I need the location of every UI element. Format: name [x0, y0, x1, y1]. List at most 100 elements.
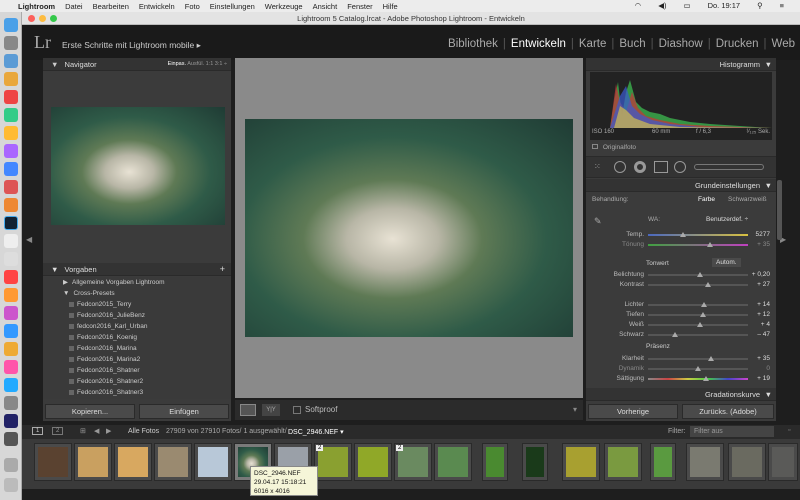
menu-fenster[interactable]: Fenster	[347, 2, 372, 11]
white-balance-picker-icon[interactable]: ✎	[594, 216, 602, 227]
slider-knob[interactable]	[703, 376, 709, 381]
preset-group-general[interactable]: ▶ Allgemeine Vorgaben Lightroom	[43, 277, 231, 288]
app-icon[interactable]	[4, 144, 18, 158]
search-icon[interactable]: ⚲	[757, 1, 763, 10]
slider-sättigung[interactable]: Sättigung + 19	[586, 374, 776, 384]
slider-track[interactable]	[648, 312, 748, 317]
menu-foto[interactable]: Foto	[185, 2, 200, 11]
slider-track[interactable]	[648, 332, 748, 337]
tone-curve-header[interactable]: Gradationskurve ▼	[586, 388, 776, 401]
filter-toggle-icon[interactable]: ▫	[788, 427, 790, 434]
slider-value[interactable]: + 0,20	[752, 271, 770, 278]
slider-track[interactable]	[648, 232, 748, 237]
menu-hilfe[interactable]: Hilfe	[383, 2, 398, 11]
document-icon[interactable]	[4, 234, 18, 248]
zoom-fit[interactable]: Einpas.	[168, 61, 186, 67]
collapse-icon[interactable]: ▼	[765, 388, 772, 401]
slider-value[interactable]: 5277	[756, 231, 770, 238]
back-arrow-icon[interactable]: ◀	[94, 427, 99, 435]
filmstrip-thumb[interactable]: 2	[314, 443, 352, 481]
auto-tone-button[interactable]: Autom.	[712, 258, 741, 267]
adjustment-brush-icon[interactable]	[694, 164, 764, 170]
menu-lightroom[interactable]: Lightroom	[18, 2, 55, 11]
app-icon[interactable]	[4, 324, 18, 338]
app-icon[interactable]	[4, 288, 18, 302]
grid-view-icon[interactable]: ⊞	[80, 427, 86, 435]
trash-icon[interactable]	[4, 478, 18, 492]
slider-value[interactable]: + 35	[757, 355, 770, 362]
wifi-icon[interactable]: ◠	[635, 1, 642, 10]
preset-item[interactable]: Fedcon2016_JulieBenz	[43, 310, 231, 321]
mail-icon[interactable]	[4, 72, 18, 86]
slider-knob[interactable]	[701, 302, 707, 307]
loupe-view-icon[interactable]	[240, 404, 256, 416]
identity-plate[interactable]: Erste Schritte mit Lightroom mobile ▸	[62, 40, 201, 51]
filmstrip-thumb[interactable]	[562, 443, 600, 481]
reset-button[interactable]: Zurücks. (Adobe)	[682, 404, 774, 419]
filmstrip-thumb[interactable]	[522, 443, 548, 481]
graduated-filter-icon[interactable]	[654, 161, 668, 173]
softproof-checkbox[interactable]	[293, 406, 301, 414]
slider-knob[interactable]	[680, 232, 686, 237]
close-window-icon[interactable]	[28, 15, 35, 22]
slider-track[interactable]	[648, 322, 748, 327]
downloads-icon[interactable]	[4, 458, 18, 472]
red-eye-icon[interactable]	[634, 161, 646, 173]
slider-track[interactable]	[648, 302, 748, 307]
module-web[interactable]: Web	[767, 38, 800, 50]
slider-knob[interactable]	[705, 282, 711, 287]
filmstrip-thumb[interactable]	[482, 443, 508, 481]
slider-klarheit[interactable]: Klarheit + 35	[586, 354, 776, 364]
slider-knob[interactable]	[697, 322, 703, 327]
menu-bearbeiten[interactable]: Bearbeiten	[93, 2, 129, 11]
app-icon[interactable]	[4, 198, 18, 212]
menu-ansicht[interactable]: Ansicht	[313, 2, 338, 11]
filter-select[interactable]: Filter aus	[690, 426, 774, 437]
system-preferences-icon[interactable]	[4, 396, 18, 410]
menu-werkzeuge[interactable]: Werkzeuge	[265, 2, 303, 11]
right-panel-scrollbar[interactable]	[777, 180, 782, 240]
module-diashow[interactable]: Diashow	[654, 38, 708, 50]
module-drucken[interactable]: Drucken	[711, 38, 764, 50]
filmstrip-thumb[interactable]	[194, 443, 232, 481]
zoom-3-1[interactable]: 3:1 ÷	[215, 61, 227, 67]
screen-1-button[interactable]: 1	[32, 427, 44, 435]
navigator-header[interactable]: ▼ Navigator Einpas. Ausfül. 1:1 3:1 ÷	[43, 58, 231, 71]
itunes-icon[interactable]	[4, 360, 18, 374]
crop-tool-icon[interactable]: ⁙	[594, 162, 601, 171]
collapse-icon[interactable]: ▼	[765, 179, 772, 192]
slider-knob[interactable]	[708, 356, 714, 361]
app-icon[interactable]	[4, 378, 18, 392]
collapse-icon[interactable]: ▼	[765, 58, 772, 71]
slider-knob[interactable]	[697, 272, 703, 277]
notes-icon[interactable]	[4, 126, 18, 140]
finder-icon[interactable]	[4, 18, 18, 32]
collapse-icon[interactable]: ▼	[51, 60, 58, 69]
app-icon[interactable]	[4, 306, 18, 320]
slider-value[interactable]: + 12	[757, 311, 770, 318]
filmstrip-thumb[interactable]: 2	[394, 443, 432, 481]
app-icon[interactable]	[4, 414, 18, 428]
app-icon[interactable]	[4, 270, 18, 284]
filmstrip-thumb[interactable]	[728, 443, 766, 481]
launchpad-icon[interactable]	[4, 36, 18, 50]
filmstrip-thumb[interactable]	[434, 443, 472, 481]
toolbar-menu-icon[interactable]: ▾	[573, 405, 577, 414]
slider-track[interactable]	[648, 376, 748, 381]
treatment-bw[interactable]: Schwarzweiß	[728, 196, 767, 203]
slider-tiefen[interactable]: Tiefen + 12	[586, 310, 776, 320]
slider-value[interactable]: + 27	[757, 281, 770, 288]
copy-settings-button[interactable]: Kopieren...	[45, 404, 135, 419]
preset-item[interactable]: Fedcon2016_Shatner2	[43, 376, 231, 387]
filmstrip-thumb[interactable]	[768, 443, 798, 481]
slider-dynamik[interactable]: Dynamik 0	[586, 364, 776, 374]
left-panel-toggle-icon[interactable]: ◀	[26, 235, 32, 244]
module-buch[interactable]: Buch	[614, 38, 650, 50]
stack-badge[interactable]: 2	[396, 445, 404, 451]
battery-icon[interactable]: ▭	[683, 1, 690, 10]
filmstrip-thumb[interactable]	[114, 443, 152, 481]
slider-track[interactable]	[648, 366, 748, 371]
clock[interactable]: Do. 19:17	[708, 1, 741, 10]
treatment-color[interactable]: Farbe	[698, 196, 715, 203]
calendar-icon[interactable]	[4, 90, 18, 104]
